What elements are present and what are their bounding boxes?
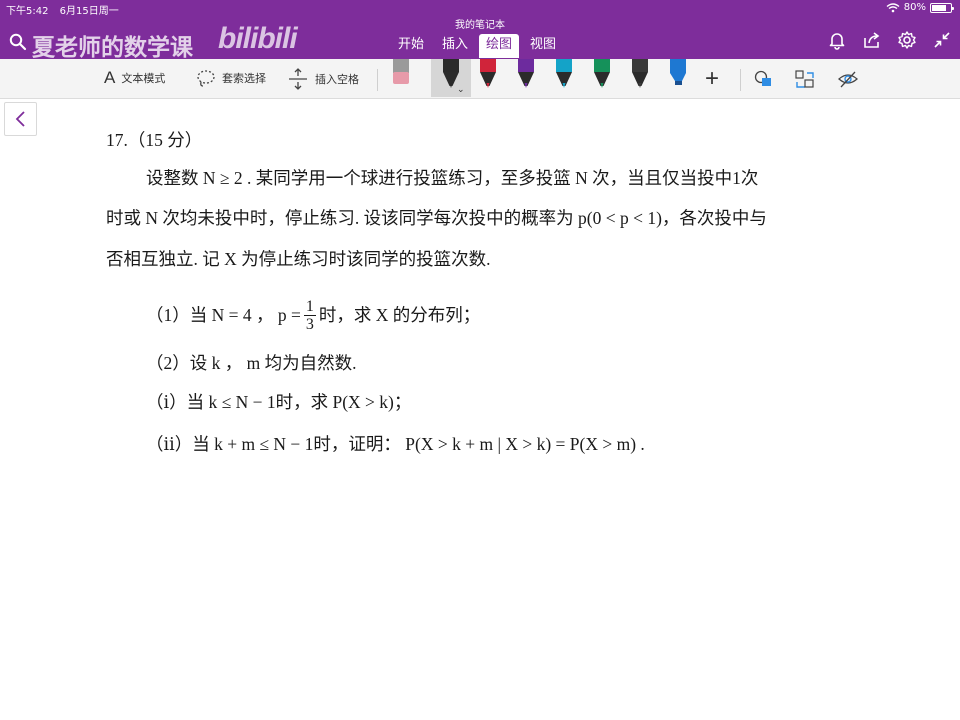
question-1-prefix: （1）当 N = 4 ， p =	[146, 305, 301, 325]
highlighter-blue-icon[interactable]	[666, 59, 690, 89]
pen-cyan-icon[interactable]	[552, 59, 576, 89]
question-1-suffix: 时，求 X 的分布列；	[318, 305, 481, 325]
status-bar-left: 下午5:42 6月15日周一	[6, 2, 127, 17]
insert-space-label: 插入空格	[315, 73, 359, 86]
insert-space-button[interactable]: 插入空格	[287, 68, 359, 90]
ribbon-header: 下午5:42 6月15日周一 80% 我的笔记本 夏老师的数学课 bilibil…	[0, 0, 960, 61]
toolbar-divider	[377, 69, 378, 91]
eraser-icon[interactable]	[389, 59, 413, 89]
ribbon-tabs: 开始 插入 绘图 视图	[391, 34, 567, 58]
lasso-select-label: 套索选择	[222, 72, 266, 85]
insert-space-icon	[289, 68, 307, 90]
toolbar-divider	[740, 69, 741, 91]
lasso-select-button[interactable]: 套索选择	[196, 68, 266, 88]
chevron-down-icon[interactable]: ⌄	[457, 85, 465, 95]
fraction-denominator: 3	[305, 316, 314, 333]
chevron-left-icon	[15, 111, 25, 127]
pen-purple-icon[interactable]	[514, 59, 538, 89]
lasso-icon	[197, 70, 215, 87]
question-2-i: （ⅰ）当 k ≤ N − 1时，求 P(X > k)；	[146, 392, 412, 412]
drawing-toolbar: A 文本模式 套索选择 插入空格 ⌄ +	[0, 59, 960, 99]
pen-red-icon[interactable]	[476, 59, 500, 89]
problem-paragraph-line-2: 时或 N 次均未投中时，停止练习. 设该同学每次投中的概率为 p(0 < p <…	[106, 208, 767, 228]
tab-3[interactable]: 视图	[523, 34, 563, 58]
channel-watermark: 夏老师的数学课	[32, 35, 193, 61]
search-icon[interactable]	[9, 33, 27, 51]
text-mode-button[interactable]: A 文本模式	[104, 68, 165, 88]
battery-percent: 80%	[903, 2, 926, 13]
fraction: 1 3	[303, 298, 316, 333]
share-icon[interactable]	[862, 30, 882, 50]
ink-to-shape-icon[interactable]	[793, 67, 817, 91]
collapse-icon[interactable]	[932, 30, 952, 50]
bilibili-logo: bilibili	[218, 22, 298, 55]
shapes-icon[interactable]	[752, 67, 776, 91]
text-mode-label: 文本模式	[121, 72, 166, 85]
fraction-numerator: 1	[303, 298, 316, 316]
bell-icon[interactable]	[827, 30, 847, 50]
tab-0[interactable]: 开始	[391, 34, 431, 58]
pen-green-icon[interactable]	[590, 59, 614, 89]
back-button[interactable]	[4, 102, 37, 136]
question-2-ii: （ⅱ）当 k + m ≤ N − 1时，证明： P(X > k + m | X …	[146, 434, 645, 454]
problem-header: 17.（15 分）	[106, 130, 203, 150]
wifi-icon	[886, 2, 900, 12]
ink-replay-icon[interactable]	[836, 67, 860, 91]
status-bar-right: 80%	[886, 2, 954, 13]
battery-icon	[930, 2, 954, 13]
pen-gray-icon[interactable]	[628, 59, 652, 89]
text-mode-icon: A	[104, 68, 116, 87]
gear-icon[interactable]	[897, 30, 917, 50]
plus-icon: +	[705, 65, 720, 92]
problem-paragraph-line-1: 设整数 N ≥ 2 . 某同学用一个球进行投篮练习，至多投篮 N 次，当且仅当投…	[146, 168, 759, 188]
tab-2[interactable]: 绘图	[479, 34, 520, 58]
ribbon-actions	[827, 30, 952, 50]
problem-paragraph-line-3: 否相互独立. 记 X 为停止练习时该同学的投篮次数.	[106, 249, 491, 269]
tab-1[interactable]: 插入	[435, 34, 475, 58]
add-pen-button[interactable]: +	[705, 65, 719, 93]
question-1: （1）当 N = 4 ， p = 1 3 时，求 X 的分布列；	[146, 297, 481, 333]
question-2: （2）设 k ， m 均为自然数.	[146, 353, 357, 373]
